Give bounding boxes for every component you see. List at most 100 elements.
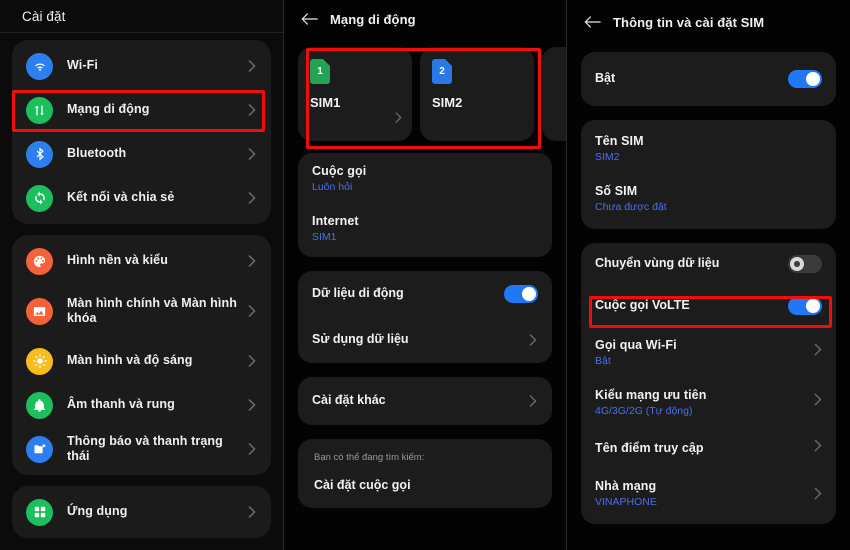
sim-settings-header: Thông tin và cài đặt SIM <box>567 0 850 44</box>
sidebar-item-notifications-statusbar[interactable]: Thông báo và thanh trạng thái <box>12 427 271 471</box>
sidebar-item-home-lock-screen[interactable]: Màn hình chính và Màn hình khóa <box>12 283 271 339</box>
row-subtitle: 4G/3G/2G (Tự động) <box>595 405 693 417</box>
row-preferred-network-type[interactable]: Kiểu mạng ưu tiên 4G/3G/2G (Tự động) <box>581 377 836 427</box>
sidebar-item-label: Hình nền và kiểu <box>67 253 168 268</box>
sidebar-item-connection-sharing[interactable]: Kết nối và chia sẻ <box>12 176 271 220</box>
sidebar-item-mobile-network[interactable]: Mạng di động <box>12 88 271 132</box>
sidebar-item-label: Ứng dụng <box>67 504 128 519</box>
row-subtitle: Chưa được đặt <box>595 201 667 213</box>
home-lock-screen-icon <box>26 297 53 325</box>
row-sim-number[interactable]: Số SIM Chưa được đặt <box>581 173 836 229</box>
chevron-right-icon <box>528 333 538 347</box>
back-arrow-icon[interactable] <box>581 11 603 33</box>
sidebar-item-sound-vibration[interactable]: Âm thanh và rung <box>12 383 271 427</box>
row-title: Cuộc gọi VoLTE <box>595 298 690 313</box>
suggestion-heading: Bạn có thể đang tìm kiếm: <box>314 452 425 463</box>
row-title: Cài đặt khác <box>312 393 386 408</box>
sim-card-2[interactable]: 2 SIM2 <box>420 47 534 141</box>
sim-card-next-partial[interactable] <box>542 47 566 141</box>
row-title: Kiểu mạng ưu tiên <box>595 388 707 402</box>
mobile-data-toggle[interactable] <box>504 285 538 303</box>
sim-settings-panel: Thông tin và cài đặt SIM Bật Tên SIM SIM… <box>566 0 850 550</box>
sim-info-card: Tên SIM SIM2 Số SIM Chưa được đặt <box>581 120 836 229</box>
sidebar-item-bluetooth[interactable]: Bluetooth <box>12 132 271 176</box>
chevron-right-icon <box>247 442 257 456</box>
page-title: Thông tin và cài đặt SIM <box>613 14 765 30</box>
display-brightness-icon <box>26 347 53 375</box>
sim1-badge-icon: 1 <box>310 59 330 84</box>
row-other-settings[interactable]: Cài đặt khác <box>298 377 552 425</box>
row-sim-enable[interactable]: Bật <box>581 52 836 106</box>
notification-statusbar-icon <box>26 435 53 463</box>
chevron-right-icon <box>247 254 257 268</box>
page-title: Cài đặt <box>22 8 66 24</box>
mobile-network-header: Mạng di động <box>284 0 566 38</box>
sound-vibration-icon <box>26 391 53 419</box>
chevron-right-icon <box>247 398 257 412</box>
apps-icon <box>26 498 53 526</box>
connection-share-icon <box>26 184 53 212</box>
row-title: Sử dụng dữ liệu <box>312 332 409 347</box>
row-internet-preference[interactable]: Internet SIM1 <box>298 203 552 257</box>
row-subtitle: VINAPHONE <box>595 496 657 508</box>
volte-toggle[interactable] <box>788 297 822 315</box>
row-data-roaming[interactable]: Chuyển vùng dữ liệu <box>581 243 836 285</box>
suggestion-body: Bạn có thể đang tìm kiếm: Cài đặt cuộc g… <box>298 439 552 508</box>
mobile-network-icon <box>26 96 53 124</box>
row-data-usage[interactable]: Sử dụng dữ liệu <box>298 317 552 363</box>
row-title: Internet <box>312 214 359 228</box>
row-wifi-calling[interactable]: Gọi qua Wi-Fi Bật <box>581 327 836 377</box>
row-call-preference[interactable]: Cuộc gọi Luôn hỏi <box>298 153 552 203</box>
chevron-right-icon <box>813 487 823 506</box>
other-settings-card: Cài đặt khác <box>298 377 552 425</box>
sidebar-item-label: Màn hình chính và Màn hình khóa <box>67 295 237 325</box>
call-internet-card: Cuộc gọi Luôn hỏi Internet SIM1 <box>298 153 552 257</box>
chevron-right-icon <box>247 59 257 73</box>
row-sim-name[interactable]: Tên SIM SIM2 <box>581 120 836 173</box>
sidebar-item-display-brightness[interactable]: Màn hình và độ sáng <box>12 339 271 383</box>
back-arrow-icon[interactable] <box>298 8 320 30</box>
mobile-network-panel: Mạng di động 1 SIM1 2 SIM2 Cuộc gọi Luôn… <box>283 0 566 550</box>
chevron-right-icon <box>813 393 823 412</box>
row-subtitle: SIM1 <box>312 231 337 243</box>
bluetooth-icon <box>26 140 53 168</box>
row-volte[interactable]: Cuộc gọi VoLTE <box>581 285 836 327</box>
row-title: Tên SIM <box>595 134 644 148</box>
row-title: Chuyển vùng dữ liệu <box>595 256 720 271</box>
chevron-right-icon <box>247 191 257 205</box>
row-title: Số SIM <box>595 184 638 198</box>
mobile-data-card: Dữ liệu di động Sử dụng dữ liệu <box>298 271 552 363</box>
row-access-point-names[interactable]: Tên điểm truy cập <box>581 427 836 468</box>
row-title: Cuộc gọi <box>312 164 367 178</box>
sim2-badge-icon: 2 <box>432 59 452 84</box>
sidebar-item-wifi[interactable]: Wi-Fi <box>12 44 271 88</box>
sim-card-strip: 1 SIM1 2 SIM2 <box>284 47 566 141</box>
sidebar-item-label: Thông báo và thanh trạng thái <box>67 433 223 463</box>
settings-header: Cài đặt <box>0 0 283 33</box>
sidebar-item-wallpaper-style[interactable]: Hình nền và kiểu <box>12 239 271 283</box>
row-title: Dữ liệu di động <box>312 286 404 301</box>
row-title: Tên điểm truy cập <box>595 441 704 455</box>
chevron-right-icon <box>247 103 257 117</box>
settings-group-connectivity: Wi-Fi Mạng di động Bluetooth Kết nối và … <box>12 40 271 224</box>
sidebar-item-label: Wi-Fi <box>67 58 98 73</box>
chevron-right-icon <box>528 394 538 408</box>
sidebar-item-apps[interactable]: Ứng dụng <box>12 490 271 534</box>
wallpaper-style-icon <box>26 247 53 275</box>
row-mobile-data[interactable]: Dữ liệu di động <box>298 271 552 317</box>
sidebar-item-label: Bluetooth <box>67 146 127 161</box>
suggestion-item[interactable]: Cài đặt cuộc gọi <box>314 478 536 492</box>
chevron-right-icon <box>813 343 823 362</box>
sim-card-1[interactable]: 1 SIM1 <box>298 47 412 141</box>
row-network-operator[interactable]: Nhà mạng VINAPHONE <box>581 468 836 524</box>
sidebar-item-label: Âm thanh và rung <box>67 397 175 412</box>
sim-card-name: SIM1 <box>310 95 341 110</box>
settings-panel: Cài đặt Wi-Fi Mạng di động Bluetooth Kết… <box>0 0 283 550</box>
sim-enable-card: Bật <box>581 52 836 106</box>
sim-card-name: SIM2 <box>432 95 463 110</box>
wifi-icon <box>26 52 53 80</box>
chevron-right-icon <box>247 304 257 318</box>
data-roaming-toggle[interactable] <box>788 255 822 273</box>
chevron-right-icon <box>394 111 403 129</box>
sim-enable-toggle[interactable] <box>788 70 822 88</box>
